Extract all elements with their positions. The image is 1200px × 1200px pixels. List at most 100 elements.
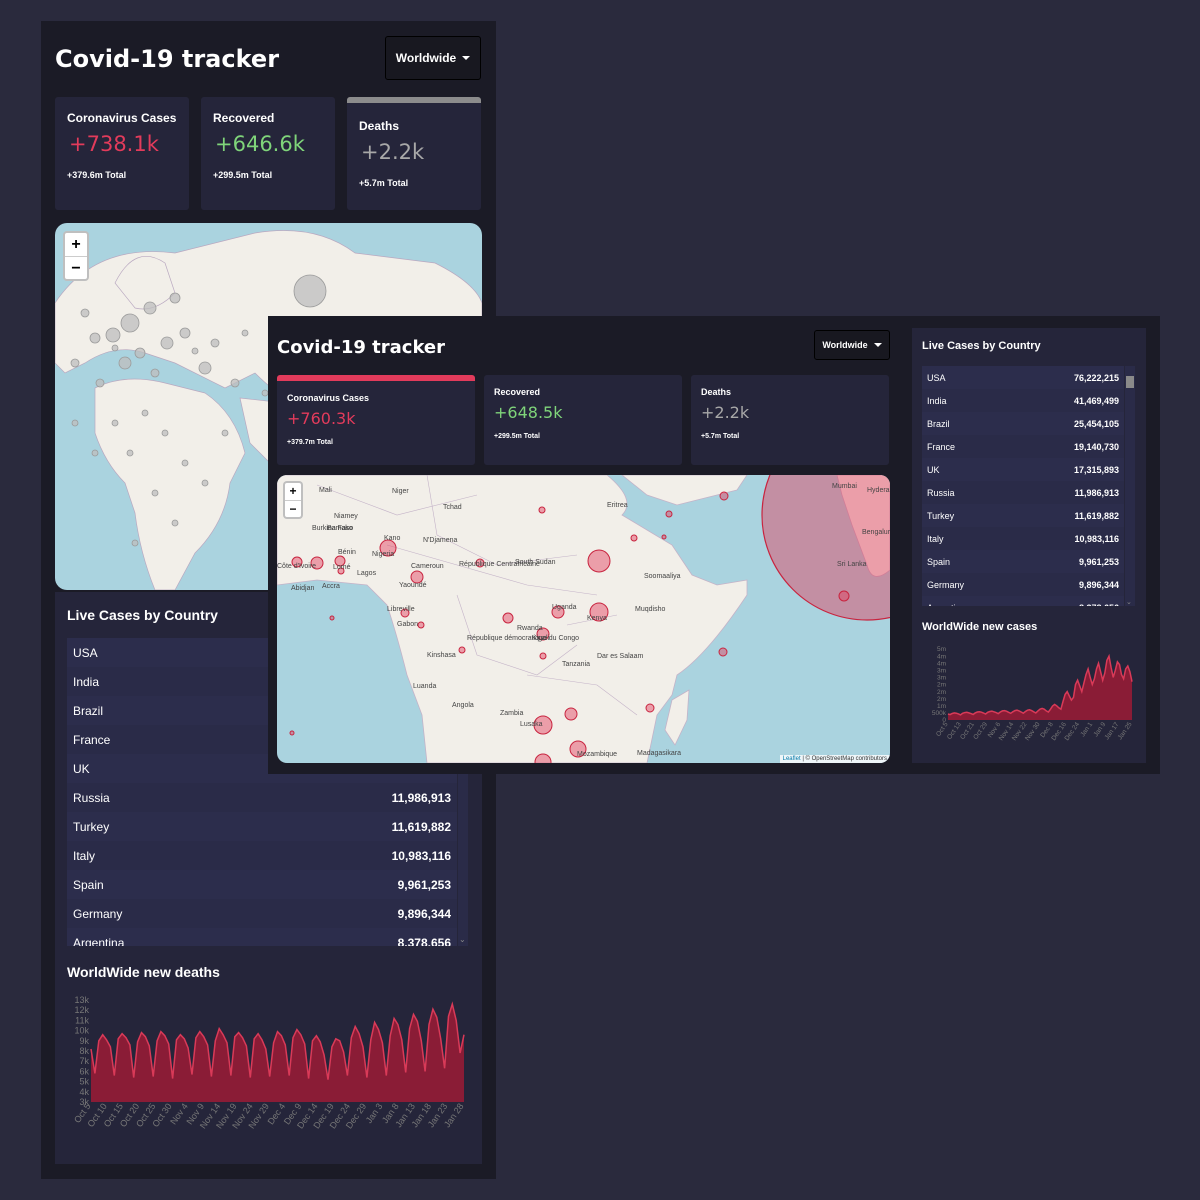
case-bubble [118,356,132,370]
deaths-chart-panel: WorldWide new deaths 3k 4k 5k 6k 7k 8k 9k 10k 11… [55,956,482,1164]
case-bubble [150,368,160,378]
map-label: Mozambique [577,751,618,758]
active-indicator [277,375,475,381]
live-cases-title: Live Cases by Country [67,607,218,623]
country-cases: 9,896,344 [397,906,451,921]
country-row: Brazil 25,454,105 [922,412,1124,435]
case-bubble [171,519,179,527]
case-bubble [289,730,295,736]
recovered-card[interactable]: Recovered +648.5k +299.5m Total [484,375,682,465]
x-tick-label: Jan 1 [1079,721,1094,738]
map-label: Rwanda [517,625,543,632]
card-total: +5.7m Total [359,178,409,188]
africa-map-canvas [277,475,890,763]
country-list[interactable]: USA 76,222,215 India 41,469,499 Brazil 25,454… [922,366,1124,606]
case-bubble [80,308,90,318]
case-bubble [230,378,240,388]
zoom-out-button[interactable]: − [65,256,87,279]
scroll-thumb[interactable] [1126,376,1134,388]
zoom-in-button[interactable]: + [65,233,87,256]
deaths-chart: 3k4k5k6k7k8k9k10k11k12k13kOct 5Oct 10Oct… [72,995,466,1131]
cases-card[interactable]: Coronavirus Cases +760.3k +379.7m Total [277,375,475,465]
map-label: N'Djamena [423,537,458,544]
map-label: Libreville [387,606,415,613]
y-tick-label: 1m [937,703,946,710]
land-africa [94,378,246,590]
list-scrollbar[interactable]: ⌄ [1125,366,1135,606]
chevron-down-icon[interactable]: ⌄ [1126,598,1132,606]
deaths-chart-title: WorldWide new deaths [67,964,220,980]
africa-map[interactable]: Mali Niger Tchad Niamey Burkina Faso Kano Nige… [277,475,890,763]
case-bubble [120,313,140,333]
case-bubble [665,510,673,518]
y-tick-label: 3m [937,675,946,682]
osm-attribution[interactable]: | © OpenStreetMap contributors [802,756,887,762]
country-cases: 9,896,344 [1078,579,1119,590]
case-bubble [502,612,514,624]
dropdown-label: Worldwide [822,340,868,350]
page-title: Covid-19 tracker [55,45,280,73]
map-label: République Centrafricaine [459,561,540,568]
deaths-card[interactable]: Deaths +2.2k +5.7m Total [691,375,889,465]
y-tick-label: 5m [937,646,946,653]
chevron-down-icon[interactable]: ⌄ [459,935,466,944]
card-label: Deaths [359,119,400,133]
case-bubble [221,429,229,437]
front-window: Covid-19 tracker Worldwide Coronavirus C… [268,316,1160,774]
map-label: République démocratique du Congo [467,635,580,642]
leaflet-link[interactable]: Leaflet [783,756,801,762]
case-bubble [293,274,327,308]
map-label: Zambia [500,710,524,717]
country-cases: 9,961,253 [1078,556,1119,567]
map-label: Dar es Salaam [597,653,644,660]
case-bubble [417,621,425,629]
country-name: Spain [927,556,951,567]
country-dropdown[interactable]: Worldwide [814,330,890,360]
map-label: Niger [392,488,409,495]
country-row: Italy 10,983,116 [922,527,1124,550]
card-total: +379.7m Total [287,439,333,446]
y-tick-label: 5k [79,1077,89,1087]
case-bubble [838,590,850,602]
country-name: Argentina [927,603,966,607]
case-bubble [719,491,729,501]
case-bubble [95,378,105,388]
country-name: France [927,441,956,452]
country-name: India [73,674,100,689]
y-tick-label: 9k [79,1036,89,1046]
card-value: +648.5k [494,403,563,422]
map-label: Hyderabad [867,487,890,494]
x-tick-label: Oct 29 [972,721,989,741]
recovered-card[interactable]: Recovered +646.6k +299.5m Total [201,97,335,210]
deaths-card[interactable]: Deaths +2.2k +5.7m Total [347,97,481,210]
case-bubble [210,338,220,348]
case-bubble [661,534,667,540]
country-name: Italy [73,848,96,863]
case-bubble [564,707,578,721]
zoom-out-button[interactable]: − [285,500,301,517]
case-bubble [718,647,728,657]
country-name: France [73,732,111,747]
india-hotspot [761,475,890,621]
country-cases: 8,378,656 [1079,603,1119,607]
country-dropdown[interactable]: Worldwide [385,36,481,80]
cases-chart: 0500k1m2m2m2m3m3m4m4m5mOct 5Oct 13Oct 21… [932,646,1134,742]
card-total: +299.5m Total [213,170,273,180]
country-name: Spain [73,877,104,892]
case-bubble [645,703,655,713]
case-bubble [105,327,121,343]
case-bubble [143,301,157,315]
zoom-in-button[interactable]: + [285,483,301,500]
active-indicator [347,97,481,103]
country-row: Russia 11,986,913 [922,481,1124,504]
country-row: Turkey 11,619,882 [67,812,457,841]
map-label: Kigali [532,635,550,642]
map-label: Tchad [443,504,462,511]
case-bubble [458,646,466,654]
country-row: Argentina 8,378,656 [922,596,1124,606]
cases-card[interactable]: Coronavirus Cases +738.1k +379.6m Total [55,97,189,210]
case-bubble [538,506,546,514]
map-label: Mali [319,487,332,494]
country-cases: 10,983,116 [391,848,451,863]
country-name: Russia [927,487,955,498]
